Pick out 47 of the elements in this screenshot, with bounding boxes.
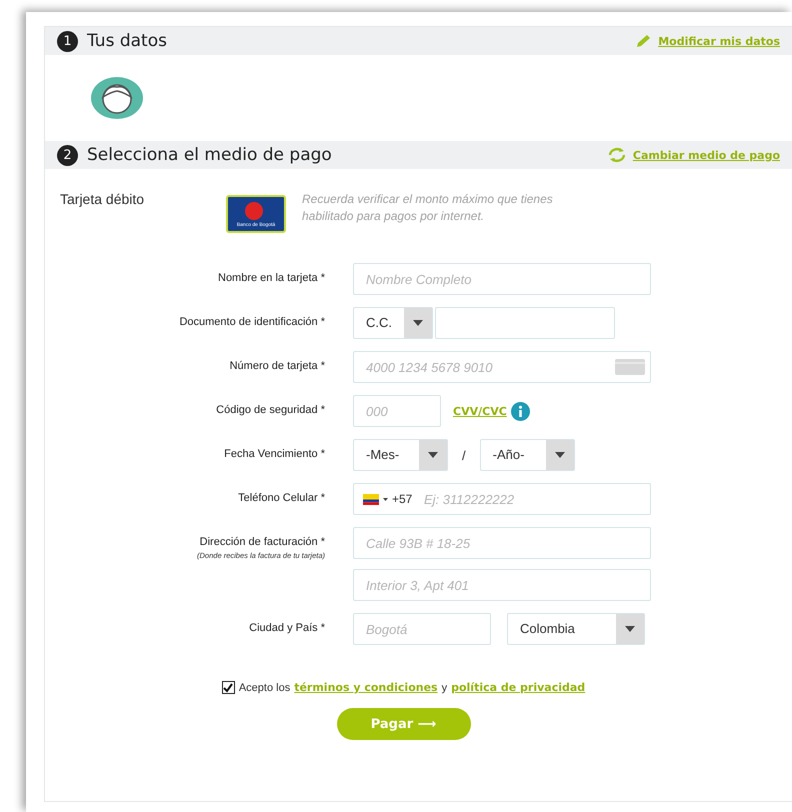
input-field[interactable] [435, 307, 615, 339]
card-icon [615, 359, 645, 375]
field-label: Teléfono Celular * [238, 492, 325, 504]
input-field[interactable]: 000 [353, 395, 441, 427]
field-label: Código de seguridad * [216, 404, 325, 416]
pencil-icon [635, 34, 652, 48]
section-title: Tus datos [87, 31, 168, 51]
field-label: Fecha Vencimiento * [224, 448, 325, 460]
input-field[interactable]: Interior 3, Apt 401 [353, 569, 651, 601]
info-icon [510, 402, 530, 420]
avatar-icon [91, 77, 143, 119]
terms-text: Acepto los [238, 682, 290, 694]
terms-checkbox[interactable] [222, 681, 235, 694]
terms-link[interactable]: términos y condiciones [294, 681, 438, 694]
section-action-link[interactable]: Modificar mis datos [635, 34, 780, 48]
field-label: Documento de identificación * [179, 316, 325, 328]
input-field[interactable]: Nombre Completo [353, 263, 651, 295]
section-action-link[interactable]: Cambiar medio de pago [606, 147, 780, 163]
terms-text: y [442, 682, 448, 694]
country-code: +57 [392, 492, 412, 506]
input-field[interactable]: Bogotá [353, 613, 491, 645]
step-number: 2 [57, 144, 78, 166]
input-field[interactable]: Calle 93B # 18-25 [353, 527, 651, 559]
pay-button[interactable]: Pagar ⟶ [336, 708, 470, 740]
field-label: Número de tarjeta * [230, 360, 325, 372]
cvv-link[interactable]: CVV/CVC [453, 404, 507, 418]
section-title: Selecciona el medio de pago [87, 145, 333, 165]
payment-method-label: Tarjeta débito [60, 191, 146, 209]
caret-icon [554, 452, 565, 458]
field-label: Nombre en la tarjeta * [218, 272, 325, 284]
card-number-field[interactable]: 4000 1234 5678 9010 [353, 351, 651, 383]
refresh-icon [606, 147, 627, 163]
caret-icon [428, 452, 438, 458]
separator-text: / [462, 448, 466, 462]
select-field[interactable]: C.C. [353, 307, 433, 339]
field-label: Dirección de facturación * [200, 536, 325, 548]
caret-icon [383, 498, 388, 500]
caret-icon [625, 626, 635, 632]
caret-icon [413, 320, 423, 326]
select-field[interactable]: Colombia [507, 613, 645, 645]
step-number: 1 [57, 30, 78, 52]
flag-icon [363, 494, 379, 504]
payment-note: Recuerda verificar el monto máximo que tienes habilitado para pagos por internet. [302, 191, 554, 225]
select-field[interactable]: -Año- [480, 439, 575, 471]
privacy-link[interactable]: política de privacidad [451, 681, 586, 694]
field-label: Ciudad y País * [249, 622, 325, 634]
select-field[interactable]: -Mes- [353, 439, 448, 471]
